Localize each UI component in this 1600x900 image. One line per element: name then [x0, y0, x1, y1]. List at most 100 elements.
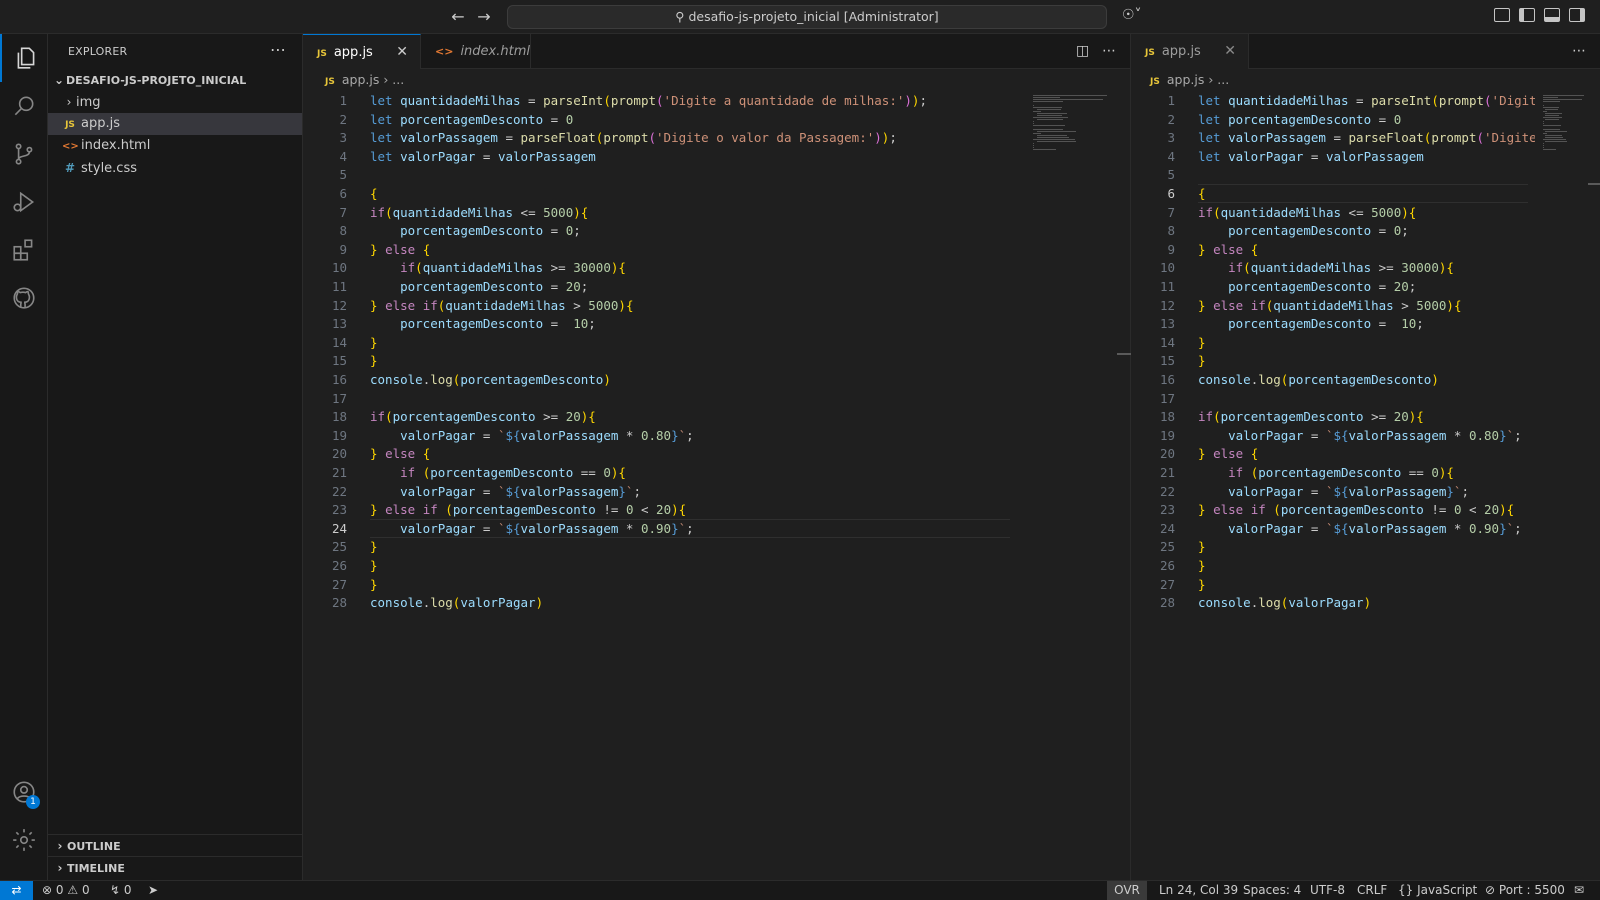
- breadcrumb-file[interactable]: app.js: [1167, 72, 1205, 87]
- code-line[interactable]: 22 valorPagar = `${valorPassagem}`;: [303, 482, 1130, 501]
- problems-indicator[interactable]: ⊗ 0 ⚠ 0: [42, 881, 90, 900]
- code-line[interactable]: 3 let valorPassagem = parseFloat(prompt('…: [303, 128, 1130, 147]
- tree-item-app-js[interactable]: JS app.js: [48, 113, 302, 135]
- code-line[interactable]: 12} else if(quantidadeMilhas > 5000){: [303, 296, 1130, 315]
- code-line[interactable]: 14}: [1131, 333, 1535, 352]
- code-line[interactable]: 12} else if(quantidadeMilhas > 5000){: [1131, 296, 1535, 315]
- code-line[interactable]: 1 let quantidadeMilhas = parseInt(prompt(…: [1131, 91, 1535, 110]
- code-line[interactable]: 17: [303, 389, 1130, 408]
- code-line[interactable]: 13 porcentagemDesconto = 10;: [303, 314, 1130, 333]
- code-line[interactable]: 11 porcentagemDesconto = 20;: [1131, 277, 1535, 296]
- tree-item-index-html[interactable]: <> index.html: [48, 135, 302, 157]
- breadcrumb-rest[interactable]: ...: [1217, 72, 1229, 87]
- code-line[interactable]: 22 valorPagar = `${valorPassagem}`;: [1131, 482, 1535, 501]
- back-arrow-icon[interactable]: ←: [448, 7, 468, 26]
- code-line[interactable]: 20} else {: [1131, 444, 1535, 463]
- code-line[interactable]: 27}: [1131, 575, 1535, 594]
- accounts-icon[interactable]: 1: [0, 768, 48, 816]
- code-line[interactable]: 4 let valorPagar = valorPassagem: [303, 147, 1130, 166]
- ports-indicator[interactable]: ↯ 0: [110, 881, 132, 900]
- tree-item-img[interactable]: › img: [48, 91, 302, 113]
- code-line[interactable]: 25}: [1131, 537, 1535, 556]
- code-line[interactable]: 15}: [303, 351, 1130, 370]
- remote-indicator-icon[interactable]: ⇄: [0, 881, 33, 900]
- code-editor[interactable]: 1 let quantidadeMilhas = parseInt(prompt(…: [1131, 91, 1535, 880]
- live-server-port[interactable]: ⊘ Port : 5500: [1485, 881, 1565, 900]
- code-line[interactable]: 11 porcentagemDesconto = 20;: [303, 277, 1130, 296]
- toggle-secondary-sidebar-icon[interactable]: [1569, 8, 1585, 22]
- more-actions-icon[interactable]: ⋯: [1102, 43, 1116, 59]
- code-line[interactable]: 6{: [303, 184, 1130, 203]
- code-line[interactable]: 19 valorPagar = `${valorPassagem * 0.80}…: [1131, 426, 1535, 445]
- indentation[interactable]: Spaces: 4: [1243, 881, 1301, 900]
- code-line[interactable]: 15}: [1131, 351, 1535, 370]
- settings-gear-icon[interactable]: [0, 816, 48, 864]
- run-debug-icon[interactable]: [0, 178, 48, 226]
- code-line[interactable]: 10 if(quantidadeMilhas >= 30000){: [1131, 258, 1535, 277]
- vertical-scrollbar[interactable]: [1586, 91, 1600, 880]
- more-actions-icon[interactable]: ⋯: [1572, 43, 1586, 59]
- end-of-line[interactable]: CRLF: [1357, 881, 1387, 900]
- github-icon[interactable]: [0, 274, 48, 322]
- outline-section[interactable]: › OUTLINE: [48, 834, 302, 856]
- search-icon[interactable]: [0, 82, 48, 130]
- split-editor-icon[interactable]: ◫: [1076, 43, 1089, 59]
- forward-arrow-icon[interactable]: →: [474, 7, 494, 26]
- source-control-icon[interactable]: [0, 130, 48, 178]
- code-line[interactable]: 7 if(quantidadeMilhas <= 5000){: [303, 203, 1130, 222]
- code-line[interactable]: 8 porcentagemDesconto = 0;: [1131, 221, 1535, 240]
- code-line[interactable]: 4 let valorPagar = valorPassagem: [1131, 147, 1535, 166]
- toggle-primary-sidebar-icon[interactable]: [1519, 8, 1535, 22]
- code-line[interactable]: 26}: [1131, 556, 1535, 575]
- code-line[interactable]: 18 if(porcentagemDesconto >= 20){: [303, 407, 1130, 426]
- code-line[interactable]: 14}: [303, 333, 1130, 352]
- explorer-icon[interactable]: [0, 34, 50, 82]
- code-line[interactable]: 7 if(quantidadeMilhas <= 5000){: [1131, 203, 1535, 222]
- code-line[interactable]: 27}: [303, 575, 1130, 594]
- command-center-search[interactable]: ⚲ desafio-js-projeto_inicial [Administrat…: [507, 5, 1107, 29]
- tree-item-style-css[interactable]: # style.css: [48, 157, 302, 179]
- customize-layout-icon[interactable]: [1494, 8, 1510, 22]
- code-line[interactable]: 25}: [303, 537, 1130, 556]
- code-line[interactable]: 16 console.log(porcentagemDesconto): [303, 370, 1130, 389]
- code-line[interactable]: 17: [1131, 389, 1535, 408]
- copilot-icon[interactable]: ☉˅: [1122, 7, 1142, 23]
- workspace-folder[interactable]: ⌄ DESAFIO-JS-PROJETO_INICIAL: [48, 69, 302, 91]
- code-line[interactable]: 5: [1131, 165, 1535, 184]
- encoding[interactable]: UTF-8: [1310, 881, 1345, 900]
- extensions-icon[interactable]: [0, 226, 48, 274]
- minimap[interactable]: [1033, 91, 1113, 171]
- breadcrumb-rest[interactable]: ...: [392, 72, 404, 87]
- timeline-section[interactable]: › TIMELINE: [48, 856, 302, 878]
- code-line[interactable]: 24 valorPagar = `${valorPassagem * 0.90}…: [303, 518, 1130, 538]
- overwrite-mode[interactable]: OVR: [1107, 881, 1147, 900]
- code-line[interactable]: 18 if(porcentagemDesconto >= 20){: [1131, 407, 1535, 426]
- code-line[interactable]: 26}: [303, 556, 1130, 575]
- code-line[interactable]: 28 console.log(valorPagar): [1131, 593, 1535, 612]
- code-line[interactable]: 16 console.log(porcentagemDesconto): [1131, 370, 1535, 389]
- code-line[interactable]: 19 valorPagar = `${valorPassagem * 0.80}…: [303, 426, 1130, 445]
- code-line[interactable]: 8 porcentagemDesconto = 0;: [303, 221, 1130, 240]
- code-line[interactable]: 23} else if (porcentagemDesconto != 0 < …: [1131, 500, 1535, 519]
- code-line[interactable]: 1 let quantidadeMilhas = parseInt(prompt(…: [303, 91, 1130, 110]
- code-line[interactable]: 13 porcentagemDesconto = 10;: [1131, 314, 1535, 333]
- vertical-scrollbar[interactable]: [1117, 91, 1131, 880]
- code-line[interactable]: 10 if(quantidadeMilhas >= 30000){: [303, 258, 1130, 277]
- tab-app-js[interactable]: JS app.js ✕: [303, 34, 421, 69]
- language-mode[interactable]: {} JavaScript: [1398, 881, 1477, 900]
- toggle-panel-icon[interactable]: [1544, 8, 1560, 22]
- code-line[interactable]: 5: [303, 165, 1130, 184]
- code-line[interactable]: 9} else {: [303, 240, 1130, 259]
- code-line[interactable]: 6{: [1131, 184, 1535, 203]
- tab-app-js[interactable]: JS app.js ✕: [1131, 34, 1249, 69]
- notifications-bell-icon[interactable]: ✉: [1574, 881, 1584, 900]
- code-line[interactable]: 21 if (porcentagemDesconto == 0){: [303, 463, 1130, 482]
- close-icon[interactable]: ✕: [396, 35, 408, 70]
- code-line[interactable]: 24 valorPagar = `${valorPassagem * 0.90}…: [1131, 519, 1535, 538]
- code-editor[interactable]: 1 let quantidadeMilhas = parseInt(prompt(…: [303, 91, 1130, 880]
- close-icon[interactable]: ✕: [1224, 34, 1236, 69]
- code-line[interactable]: 9} else {: [1131, 240, 1535, 259]
- code-line[interactable]: 23} else if (porcentagemDesconto != 0 < …: [303, 500, 1130, 519]
- code-line[interactable]: 20} else {: [303, 444, 1130, 463]
- tab-index-html[interactable]: <> index.html: [421, 34, 531, 69]
